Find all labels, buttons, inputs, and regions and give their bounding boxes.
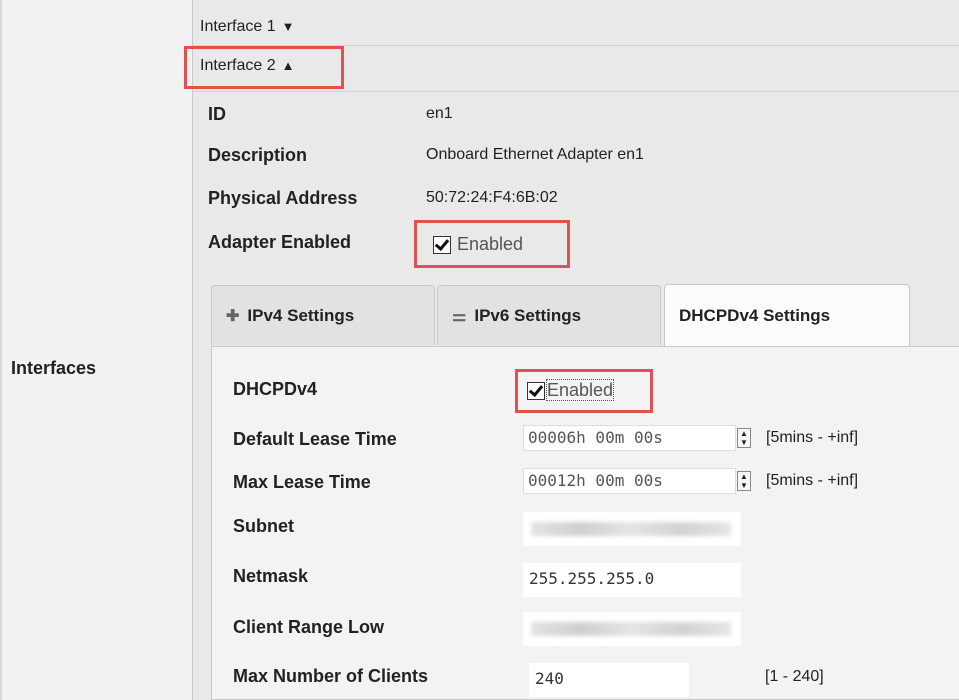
spin-up-icon[interactable]: ▲ bbox=[740, 472, 748, 481]
interfaces-label: Interfaces bbox=[11, 358, 97, 378]
spin-up-icon[interactable]: ▲ bbox=[740, 429, 748, 438]
tab-ipv6-settings[interactable]: ⚌ IPv6 Settings bbox=[437, 285, 661, 345]
dhcpdv4-enabled-text: Enabled bbox=[545, 379, 615, 401]
checkmark-icon[interactable] bbox=[433, 235, 451, 254]
plug-pair-icon: ⚌ bbox=[452, 307, 467, 325]
max-lease-time-input[interactable]: 00012h 00m 00s bbox=[523, 468, 736, 494]
max-lease-range: [5mins - +inf] bbox=[766, 472, 859, 489]
physical-address-value: 50:72:24:F4:6B:02 bbox=[426, 189, 558, 206]
adapter-enabled-checkbox[interactable]: Enabled bbox=[433, 234, 523, 255]
dhcpdv4-label: DHCPDv4 bbox=[233, 379, 318, 399]
adapter-enabled-label: Adapter Enabled bbox=[208, 232, 352, 252]
tab-ipv4-settings[interactable]: ✚ IPv4 Settings bbox=[211, 285, 435, 345]
subnet-label: Subnet bbox=[233, 516, 294, 536]
adapter-enabled-text: Enabled bbox=[457, 234, 524, 254]
plug-icon: ✚ bbox=[226, 307, 240, 325]
description-label: Description bbox=[208, 145, 308, 165]
tab-dhcpdv4-settings[interactable]: DHCPDv4 Settings bbox=[664, 284, 910, 346]
checkmark-icon[interactable] bbox=[527, 381, 545, 400]
id-value: en1 bbox=[426, 105, 453, 122]
tab-label: DHCPDv4 Settings bbox=[679, 305, 831, 325]
max-lease-time-label: Max Lease Time bbox=[233, 472, 371, 492]
tab-label: IPv6 Settings bbox=[474, 305, 582, 325]
expand-arrow-icon: ▼ bbox=[281, 19, 295, 34]
interface-1-label: Interface 1 bbox=[200, 18, 276, 35]
max-lease-spinner[interactable]: ▲ ▼ bbox=[737, 471, 751, 491]
client-range-low-label: Client Range Low bbox=[233, 617, 385, 637]
subnet-input[interactable] bbox=[523, 512, 741, 546]
default-lease-time-label: Default Lease Time bbox=[233, 429, 397, 449]
default-lease-range: [5mins - +inf] bbox=[766, 429, 859, 446]
netmask-input[interactable]: 255.255.255.0 bbox=[523, 563, 741, 597]
max-clients-input[interactable]: 240 bbox=[529, 663, 689, 697]
default-lease-time-input[interactable]: 00006h 00m 00s bbox=[523, 425, 736, 451]
spin-down-icon[interactable]: ▼ bbox=[740, 481, 748, 490]
physical-address-label: Physical Address bbox=[208, 188, 358, 208]
client-range-low-input[interactable] bbox=[523, 612, 741, 646]
default-lease-spinner[interactable]: ▲ ▼ bbox=[737, 428, 751, 448]
max-clients-label: Max Number of Clients bbox=[233, 666, 429, 686]
divider bbox=[193, 91, 959, 92]
id-label: ID bbox=[208, 104, 226, 124]
description-value: Onboard Ethernet Adapter en1 bbox=[426, 146, 644, 163]
spin-down-icon[interactable]: ▼ bbox=[740, 438, 748, 447]
interface-1-header[interactable]: Interface 1 ▼ bbox=[200, 18, 294, 36]
left-column: Interfaces bbox=[0, 0, 194, 700]
interface-2-highlight bbox=[184, 46, 344, 89]
dhcpdv4-enabled-checkbox[interactable]: Enabled bbox=[527, 379, 615, 401]
netmask-label: Netmask bbox=[233, 566, 309, 586]
max-clients-range: [1 - 240] bbox=[765, 668, 824, 685]
tab-label: IPv4 Settings bbox=[247, 305, 355, 325]
